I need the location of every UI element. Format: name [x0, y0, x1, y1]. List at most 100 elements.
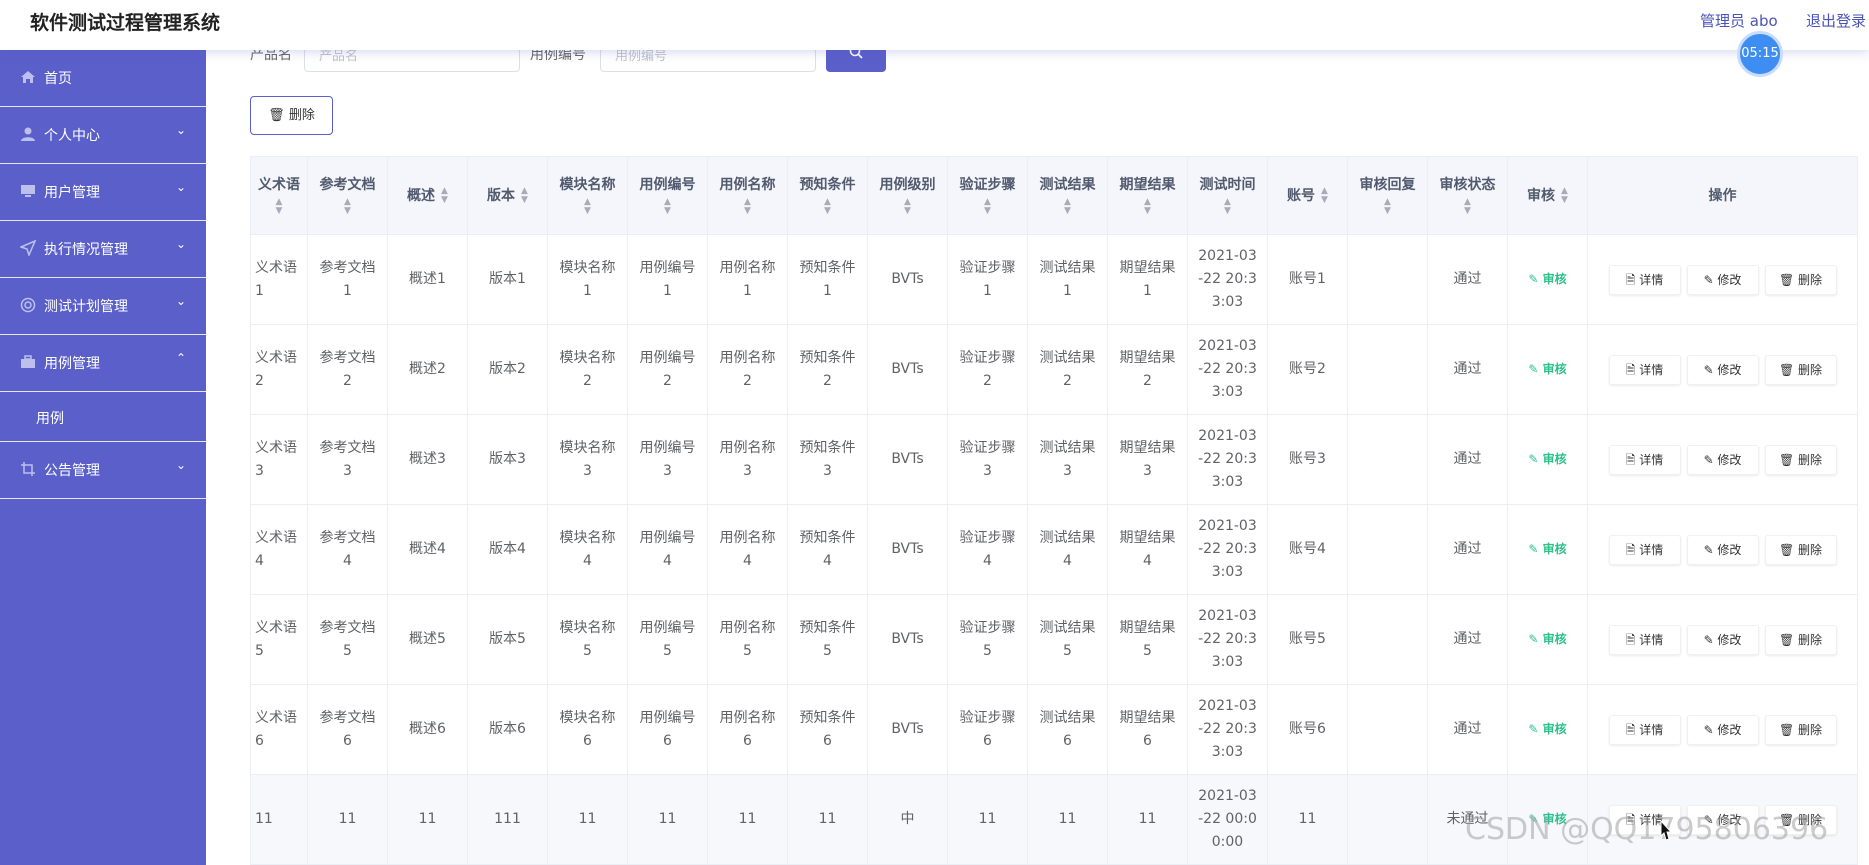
- edit-button[interactable]: ✎ 修改: [1686, 264, 1759, 295]
- detail-button[interactable]: 🗎 详情: [1608, 444, 1681, 475]
- table-cell: 概述3: [387, 414, 468, 505]
- sort-icon[interactable]: ▲ ▼: [1464, 197, 1471, 216]
- logout-link[interactable]: 退出登录: [1806, 10, 1866, 31]
- column-header-label: 审核状态: [1439, 176, 1496, 193]
- sidebar-item-profile[interactable]: 个人中心 ⌄: [0, 107, 206, 164]
- column-header[interactable]: 测试结果 ▲ ▼: [1027, 156, 1108, 235]
- delete-button[interactable]: 🗑 删除: [1764, 264, 1837, 295]
- column-header-label: 用例名称: [719, 176, 776, 193]
- column-header-label: 账号: [1287, 187, 1316, 204]
- column-header[interactable]: 义术语 ▲ ▼: [250, 156, 308, 235]
- delete-button[interactable]: 🗑 删除: [1764, 624, 1837, 655]
- sidebar-item-users[interactable]: 用户管理 ⌄: [0, 164, 206, 221]
- sidebar-item-home[interactable]: 首页: [0, 50, 206, 107]
- table-row[interactable]: 义术语 2 参考文档 2 概述2 版本2 模块名称 2 用例编号 2 用例名称 2 预知条件 …: [250, 324, 1858, 415]
- user-icon: [21, 127, 35, 141]
- sort-icon[interactable]: ▲ ▼: [1561, 186, 1568, 205]
- sort-icon[interactable]: ▲ ▼: [584, 197, 591, 216]
- edit-button[interactable]: ✎ 修改: [1686, 444, 1759, 475]
- edit-button[interactable]: ✎ 修改: [1686, 354, 1759, 385]
- table-cell: 11: [250, 774, 308, 865]
- detail-button[interactable]: 🗎 详情: [1608, 354, 1681, 385]
- delete-button[interactable]: 🗑 删除: [1764, 444, 1837, 475]
- table-cell: 验证步骤 1: [947, 234, 1028, 325]
- column-header[interactable]: 审核回复 ▲ ▼: [1347, 156, 1428, 235]
- table-row[interactable]: 义术语 3 参考文档 3 概述3 版本3 模块名称 3 用例编号 3 用例名称 3 预知条件 …: [250, 414, 1858, 505]
- actions-cell: 🗎 详情 ✎ 修改 🗑 删除: [1587, 684, 1858, 775]
- table-cell: 义术语 6: [250, 684, 308, 775]
- column-header[interactable]: 概述 ▲ ▼: [387, 156, 468, 235]
- table-cell: 2021-03 -22 20:3 3:03: [1187, 594, 1268, 685]
- table-cell: 11: [627, 774, 708, 865]
- table-row[interactable]: 义术语 6 参考文档 6 概述6 版本6 模块名称 6 用例编号 6 用例名称 6 预知条件 …: [250, 684, 1858, 775]
- sidebar-subitem-cases[interactable]: 用例: [0, 392, 206, 442]
- detail-button[interactable]: 🗎 详情: [1608, 624, 1681, 655]
- batch-delete-button[interactable]: 🗑 删除: [250, 96, 333, 135]
- edit-button[interactable]: ✎ 修改: [1686, 534, 1759, 565]
- admin-username[interactable]: 管理员 abo: [1700, 10, 1778, 31]
- column-header[interactable]: 验证步骤 ▲ ▼: [947, 156, 1028, 235]
- sort-icon[interactable]: ▲ ▼: [521, 186, 528, 205]
- table-cell: 用例编号 1: [627, 234, 708, 325]
- column-header[interactable]: 审核 ▲ ▼: [1507, 156, 1588, 235]
- audit-link[interactable]: ✎ 审核: [1528, 272, 1566, 286]
- table-cell: [1347, 234, 1428, 325]
- table-cell: 用例编号 6: [627, 684, 708, 775]
- table-cell: 通过: [1427, 504, 1508, 595]
- table-row[interactable]: 义术语 1 参考文档 1 概述1 版本1 模块名称 1 用例编号 1 用例名称 1 预知条件 …: [250, 234, 1858, 325]
- table-cell: 模块名称 4: [547, 504, 628, 595]
- edit-button[interactable]: ✎ 修改: [1686, 714, 1759, 745]
- detail-button[interactable]: 🗎 详情: [1608, 534, 1681, 565]
- column-header[interactable]: 用例编号 ▲ ▼: [627, 156, 708, 235]
- column-header[interactable]: 模块名称 ▲ ▼: [547, 156, 628, 235]
- column-header-label: 版本: [487, 187, 516, 204]
- table-cell: 验证步骤 5: [947, 594, 1028, 685]
- sidebar-item-execution[interactable]: 执行情况管理 ⌄: [0, 221, 206, 278]
- table-row[interactable]: 义术语 4 参考文档 4 概述4 版本4 模块名称 4 用例编号 4 用例名称 4 预知条件 …: [250, 504, 1858, 595]
- audit-link[interactable]: ✎ 审核: [1528, 722, 1566, 736]
- sort-icon[interactable]: ▲ ▼: [664, 197, 671, 216]
- column-header[interactable]: 用例级别 ▲ ▼: [867, 156, 948, 235]
- sort-icon[interactable]: ▲ ▼: [276, 197, 283, 216]
- sort-icon[interactable]: ▲ ▼: [1384, 197, 1391, 216]
- column-header[interactable]: 参考文档 ▲ ▼: [307, 156, 388, 235]
- column-header[interactable]: 审核状态 ▲ ▼: [1427, 156, 1508, 235]
- audit-link[interactable]: ✎ 审核: [1528, 542, 1566, 556]
- column-header[interactable]: 测试时间 ▲ ▼: [1187, 156, 1268, 235]
- column-header[interactable]: 期望结果 ▲ ▼: [1107, 156, 1188, 235]
- sort-icon[interactable]: ▲ ▼: [744, 197, 751, 216]
- sort-icon[interactable]: ▲ ▼: [1144, 197, 1151, 216]
- table-row[interactable]: 义术语 5 参考文档 5 概述5 版本5 模块名称 5 用例编号 5 用例名称 5 预知条件 …: [250, 594, 1858, 685]
- table-cell: 模块名称 5: [547, 594, 628, 685]
- column-header[interactable]: 用例名称 ▲ ▼: [707, 156, 788, 235]
- sort-icon[interactable]: ▲ ▼: [344, 197, 351, 216]
- sort-icon[interactable]: ▲ ▼: [1321, 186, 1328, 205]
- detail-button[interactable]: 🗎 详情: [1608, 714, 1681, 745]
- sidebar-item-case-management[interactable]: 用例管理 ⌃: [0, 335, 206, 392]
- sidebar-item-test-plan[interactable]: 测试计划管理 ⌄: [0, 278, 206, 335]
- audit-link[interactable]: ✎ 审核: [1528, 632, 1566, 646]
- table-cell: 用例名称 4: [707, 504, 788, 595]
- delete-button[interactable]: 🗑 删除: [1764, 714, 1837, 745]
- table-cell: 用例编号 4: [627, 504, 708, 595]
- sort-icon[interactable]: ▲ ▼: [441, 186, 448, 205]
- delete-button[interactable]: 🗑 删除: [1764, 354, 1837, 385]
- audit-link[interactable]: ✎ 审核: [1528, 452, 1566, 466]
- sort-icon[interactable]: ▲ ▼: [904, 197, 911, 216]
- column-header[interactable]: 账号 ▲ ▼: [1267, 156, 1348, 235]
- table-cell: 版本5: [467, 594, 548, 685]
- column-header[interactable]: 预知条件 ▲ ▼: [787, 156, 868, 235]
- detail-button[interactable]: 🗎 详情: [1608, 264, 1681, 295]
- sidebar-item-label: 个人中心: [44, 128, 100, 144]
- sort-icon[interactable]: ▲ ▼: [984, 197, 991, 216]
- chevron-down-icon: ⌄: [175, 180, 186, 194]
- sort-icon[interactable]: ▲ ▼: [1224, 197, 1231, 216]
- audit-link[interactable]: ✎ 审核: [1528, 362, 1566, 376]
- column-header[interactable]: 版本 ▲ ▼: [467, 156, 548, 235]
- sidebar-item-announcements[interactable]: 公告管理 ⌄: [0, 442, 206, 499]
- audit-cell: ✎ 审核: [1507, 504, 1588, 595]
- edit-button[interactable]: ✎ 修改: [1686, 624, 1759, 655]
- delete-button[interactable]: 🗑 删除: [1764, 534, 1837, 565]
- sort-icon[interactable]: ▲ ▼: [824, 197, 831, 216]
- sort-icon[interactable]: ▲ ▼: [1064, 197, 1071, 216]
